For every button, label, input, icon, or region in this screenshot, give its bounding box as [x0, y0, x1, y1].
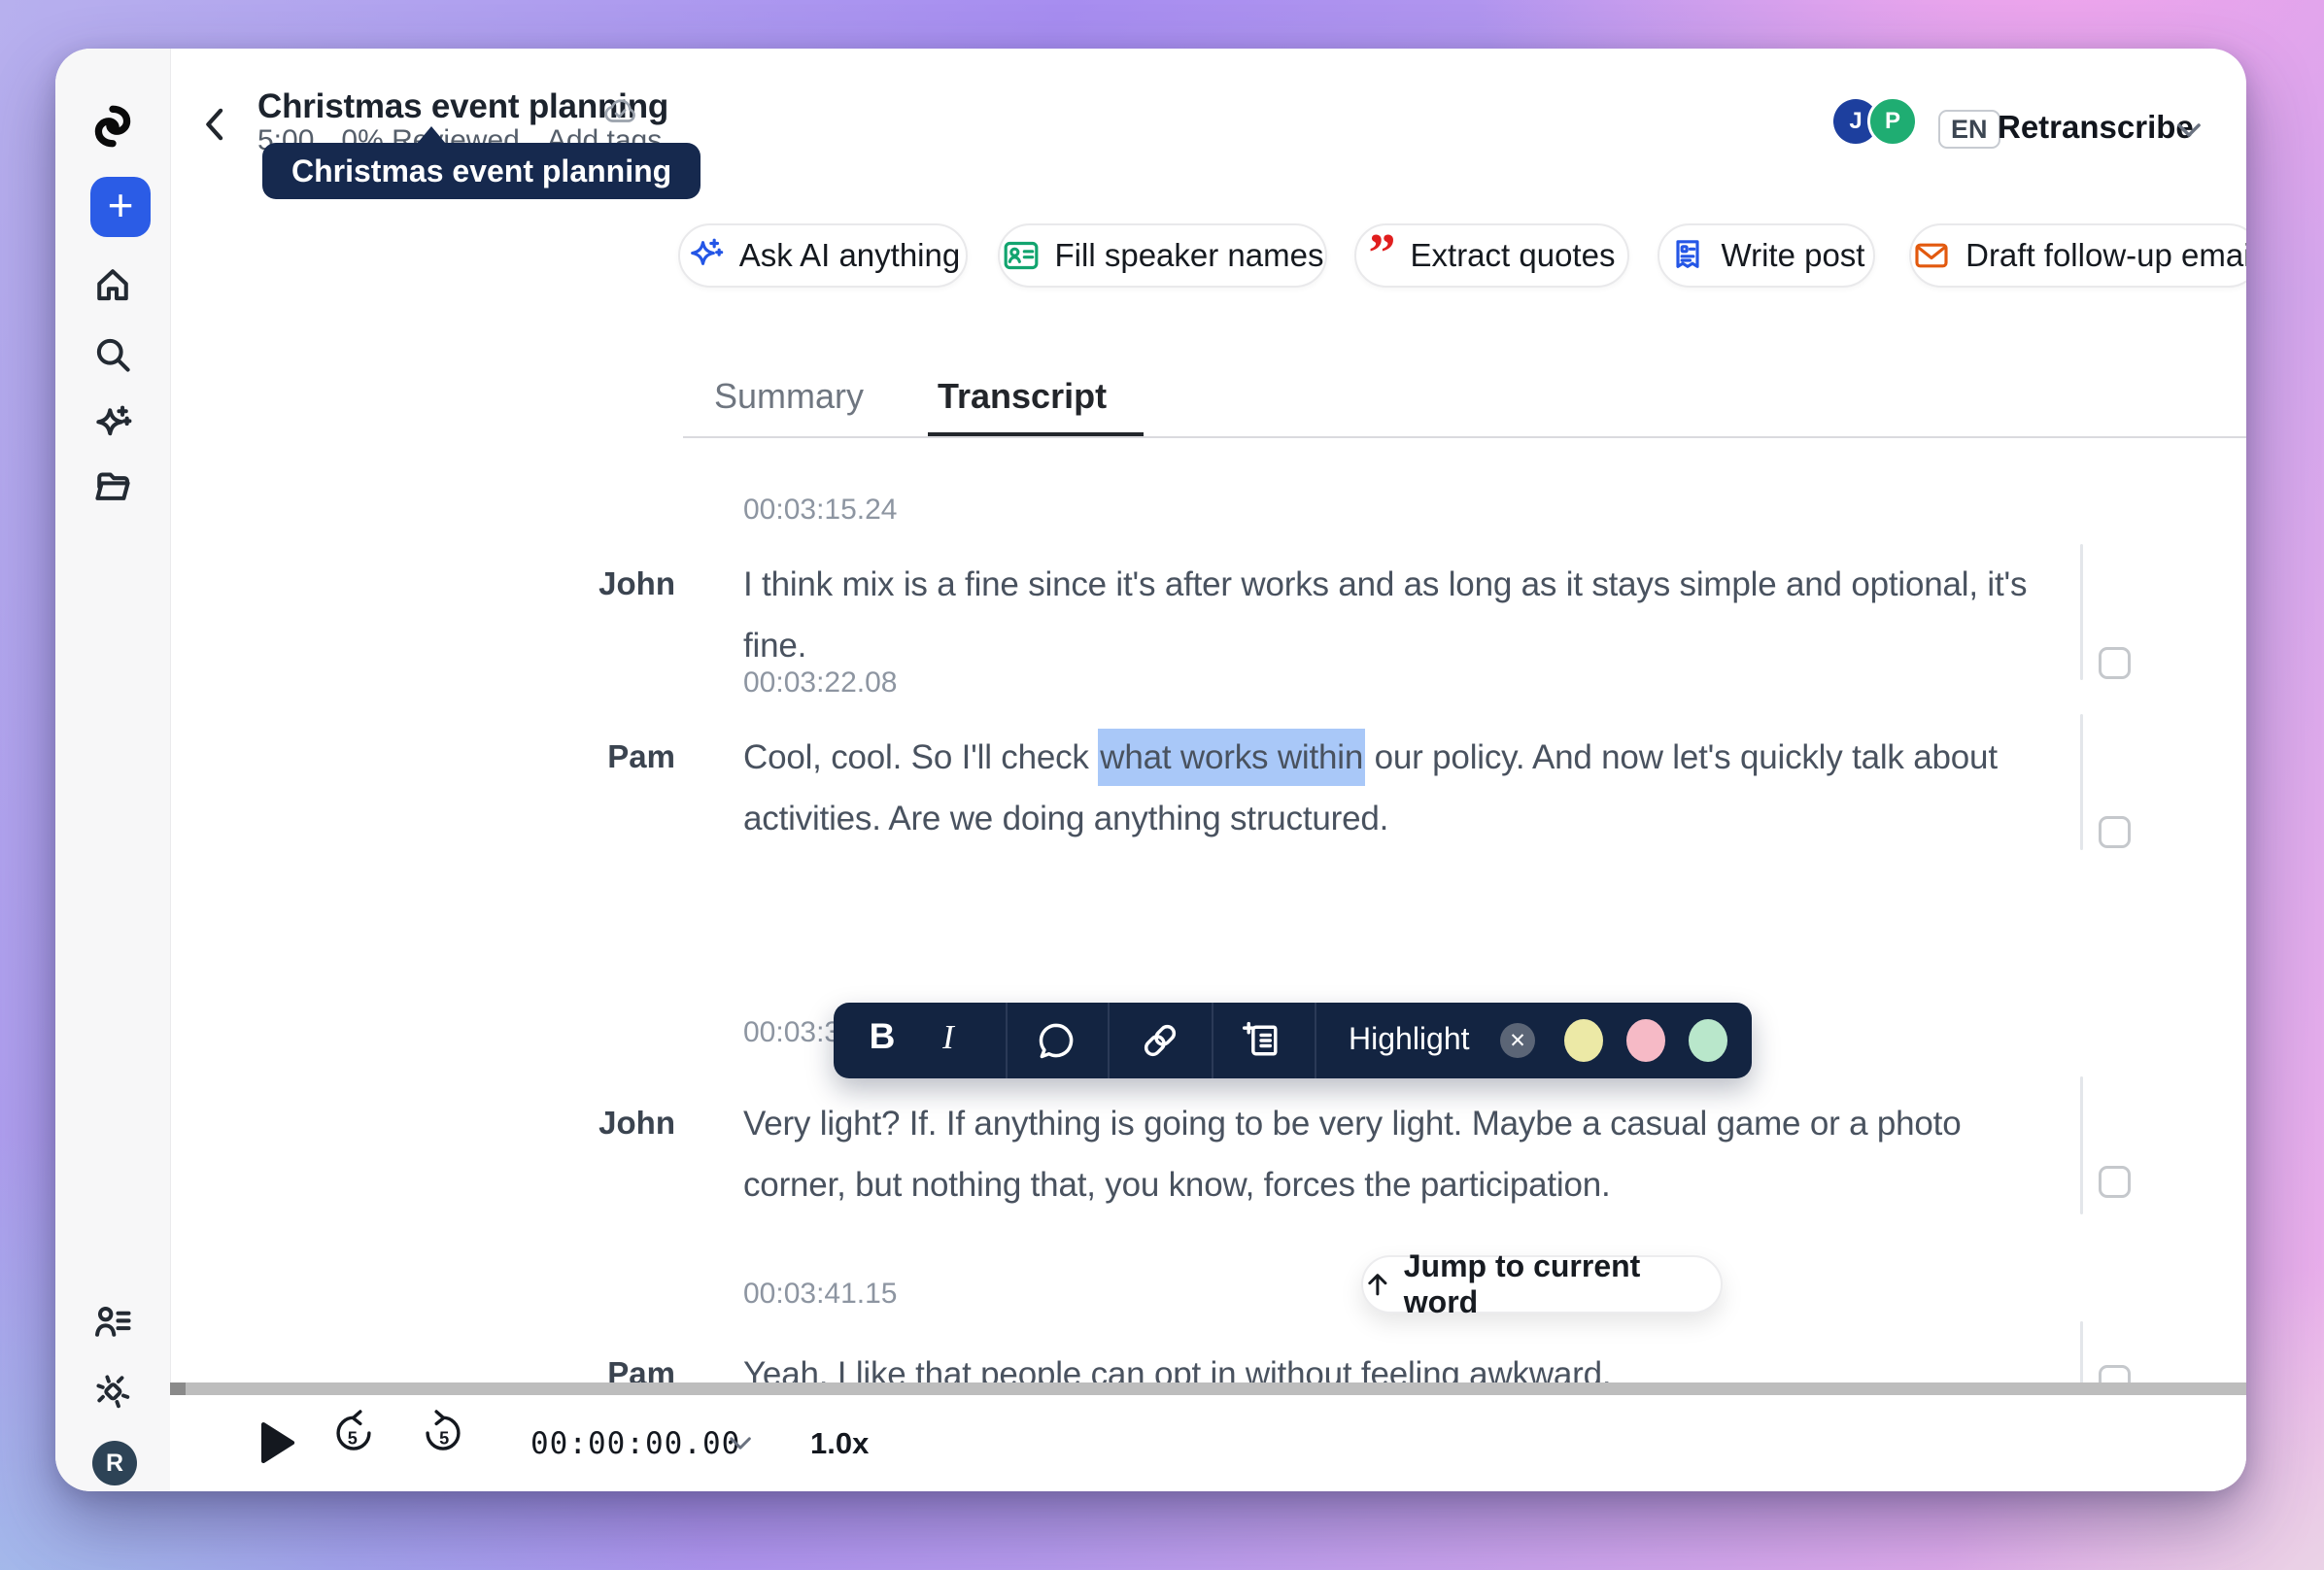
ask-ai-button[interactable]: Ask AI anything	[678, 223, 968, 288]
timestamp[interactable]: 00:03:22.08	[743, 666, 897, 700]
play-button[interactable]	[257, 1420, 296, 1470]
speaker-name[interactable]: Pam	[541, 738, 675, 775]
chevron-down-icon	[729, 1436, 752, 1451]
retranscribe-dropdown[interactable]	[2176, 122, 2202, 143]
quotes-icon: ”	[1369, 239, 1396, 272]
dictionary-icon	[1241, 1019, 1283, 1062]
forward-5-icon: 5	[419, 1408, 467, 1456]
clear-highlight-button[interactable]: ✕	[1500, 1023, 1535, 1058]
title-tooltip: Christmas event planning	[262, 143, 701, 199]
speaker-name[interactable]: John	[541, 565, 675, 602]
highlight-color-yellow[interactable]	[1564, 1019, 1603, 1062]
forward-5-button[interactable]: 5	[419, 1408, 467, 1461]
write-post-button[interactable]: Write post	[1658, 223, 1875, 288]
toolbar-divider	[1315, 1003, 1316, 1078]
tooltip-arrow	[417, 126, 446, 144]
tab-transcript[interactable]: Transcript	[938, 376, 1107, 417]
entry-rail	[2080, 1076, 2083, 1214]
transcript-scrollbar[interactable]	[170, 1382, 2246, 1395]
svg-text:5: 5	[348, 1429, 358, 1449]
italic-button[interactable]: I	[927, 1018, 970, 1057]
add-to-dictionary-button[interactable]	[1241, 1019, 1283, 1067]
transcript-text[interactable]: I think mix is a fine since it's after w…	[743, 554, 2035, 676]
timestamp[interactable]: 00:03:15.24	[743, 494, 897, 527]
fill-speaker-names-button[interactable]: Fill speaker names	[998, 223, 1327, 288]
sidebar-item-home[interactable]	[55, 261, 170, 308]
text-before-selection: Cool, cool. So I'll check	[743, 738, 1098, 776]
selection-toolbar: B I Highlight ✕	[834, 1003, 1752, 1078]
sidebar-item-search[interactable]	[55, 331, 170, 378]
speaker-name[interactable]: John	[541, 1105, 675, 1142]
entry-checkbox[interactable]	[2099, 816, 2131, 848]
timestamp[interactable]: 00:03:3	[743, 1016, 840, 1049]
chevron-left-icon	[201, 108, 226, 141]
search-icon	[91, 333, 134, 376]
entry-rail	[2080, 544, 2083, 680]
id-card-icon	[1002, 236, 1041, 275]
user-avatar-initial: R	[106, 1450, 123, 1478]
home-icon	[91, 263, 134, 306]
app-logo[interactable]	[55, 102, 170, 151]
toolbar-divider	[1212, 1003, 1213, 1078]
retranscribe-button[interactable]: Retranscribe	[1998, 109, 2194, 146]
playback-time[interactable]: 00:00:00.00	[530, 1426, 740, 1461]
entry-checkbox[interactable]	[2099, 1166, 2131, 1198]
write-post-label: Write post	[1722, 237, 1865, 274]
draft-email-button[interactable]: Draft follow-up email	[1909, 223, 2246, 288]
extract-quotes-button[interactable]: ” Extract quotes	[1354, 223, 1629, 288]
ask-ai-label: Ask AI anything	[739, 237, 960, 274]
fill-speaker-names-label: Fill speaker names	[1055, 237, 1324, 274]
highlight-label: Highlight	[1349, 1021, 1470, 1057]
new-recording-button[interactable]: +	[90, 177, 151, 237]
avatar-pam[interactable]: P	[1867, 96, 1918, 147]
link-icon	[1139, 1019, 1181, 1062]
entry-rail	[2080, 714, 2083, 850]
sparkles-icon	[91, 403, 134, 446]
chevron-down-icon	[2176, 122, 2202, 138]
playback-speed[interactable]: 1.0x	[810, 1426, 869, 1461]
post-icon	[1668, 236, 1707, 275]
email-icon	[1912, 236, 1951, 275]
comment-button[interactable]	[1035, 1019, 1077, 1067]
bold-button[interactable]: B	[861, 1016, 904, 1057]
rewind-5-icon: 5	[329, 1408, 378, 1456]
tab-summary[interactable]: Summary	[714, 376, 864, 417]
user-avatar[interactable]: R	[92, 1441, 137, 1485]
sidebar-item-ai[interactable]	[55, 401, 170, 448]
copy-link-button[interactable]	[1139, 1019, 1181, 1067]
transcript-text[interactable]: Cool, cool. So I'll check what works wit…	[743, 727, 2035, 849]
app-logo-icon	[88, 102, 137, 151]
close-icon: ✕	[1509, 1029, 1526, 1053]
comment-bubble-icon	[1035, 1019, 1077, 1062]
app-window: +	[55, 49, 2246, 1491]
transcript-text[interactable]: Very light? If. If anything is going to …	[743, 1093, 2035, 1215]
play-icon	[257, 1420, 296, 1465]
svg-text:5: 5	[439, 1429, 449, 1449]
highlight-color-pink[interactable]	[1626, 1019, 1665, 1062]
rewind-5-button[interactable]: 5	[329, 1408, 378, 1461]
time-format-dropdown[interactable]	[729, 1436, 752, 1455]
jump-button-label: Jump to current word	[1404, 1248, 1721, 1320]
selected-text: what works within	[1098, 729, 1365, 786]
arrow-up-icon	[1363, 1270, 1392, 1299]
scrollbar-thumb[interactable]	[170, 1382, 186, 1395]
toolbar-divider	[1108, 1003, 1110, 1078]
tabs-divider	[683, 436, 2246, 438]
language-badge: EN	[1938, 110, 2000, 149]
highlight-color-green[interactable]	[1689, 1019, 1727, 1062]
back-button[interactable]	[197, 105, 230, 144]
playback-bar: 5 5 00:00:00.00 1.0x	[170, 1395, 2246, 1491]
draft-email-label: Draft follow-up email	[1965, 237, 2246, 274]
timestamp[interactable]: 00:03:41.15	[743, 1278, 897, 1311]
jump-to-current-word-button[interactable]: Jump to current word	[1361, 1255, 1723, 1314]
extract-quotes-label: Extract quotes	[1411, 237, 1616, 274]
transcript-entry: 00:03:22.08 Pam Cool, cool. So I'll chec…	[55, 666, 2246, 909]
ai-sparkle-icon	[686, 236, 725, 275]
toolbar-divider	[1006, 1003, 1008, 1078]
